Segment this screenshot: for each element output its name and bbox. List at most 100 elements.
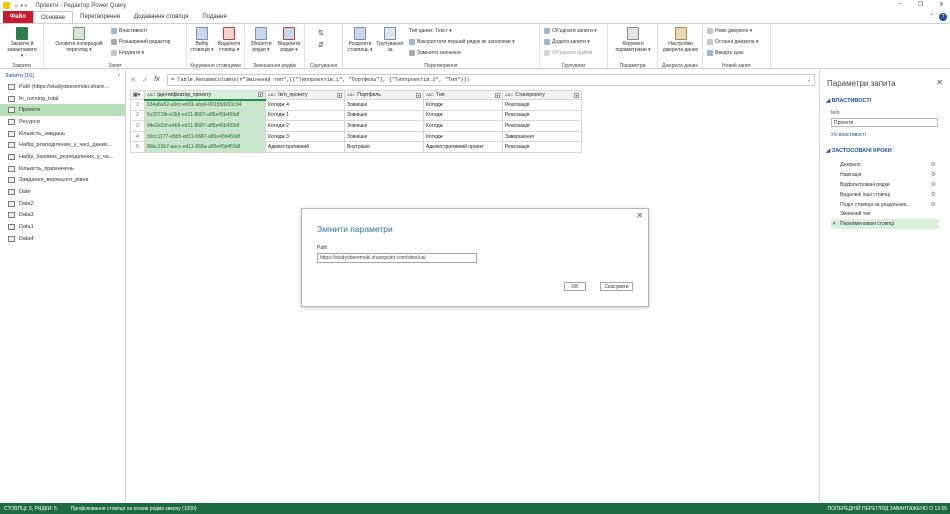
recent-sources-button[interactable]: Останні джерела ▾ xyxy=(707,39,758,45)
table-cell[interactable]: Котедж xyxy=(423,109,503,122)
delete-step-icon[interactable]: ✕ xyxy=(832,221,836,227)
table-cell[interactable]: 5c2071fb-e2b5-ed11-8687-a85e45b459df xyxy=(144,109,266,122)
query-name-input[interactable]: Проекти xyxy=(831,118,938,127)
row-number[interactable]: 3 xyxy=(130,120,145,132)
gear-icon[interactable]: ⚙ xyxy=(931,181,936,188)
close-window-button[interactable]: ✕ xyxy=(939,1,944,8)
sort-ascending-icon[interactable]: ⇅ xyxy=(318,29,324,37)
query-item-selected[interactable]: Проекти xyxy=(0,104,125,117)
properties-section-header[interactable]: ◢ ВЛАСТИВОСТІ xyxy=(826,98,871,104)
filter-dropdown-icon[interactable]: ▾ xyxy=(337,92,342,98)
use-first-row-button[interactable]: Використати перший рядок як заголовки ▾ xyxy=(409,39,515,45)
table-cell[interactable]: Котедж 2 xyxy=(265,120,345,132)
query-item[interactable]: Path (https://studyoberemoki.share... xyxy=(0,81,125,93)
manage-button[interactable]: Керувати ▾ xyxy=(111,50,144,56)
table-cell[interactable]: Адміністративний проект xyxy=(423,141,503,153)
filter-dropdown-icon[interactable]: ▾ xyxy=(495,92,500,98)
merge-queries-button[interactable]: Об'єднати запити ▾ xyxy=(544,28,597,34)
table-cell[interactable]: Котедж xyxy=(423,120,503,132)
filter-dropdown-icon[interactable]: ▾ xyxy=(574,92,579,98)
column-header[interactable]: ABC Станпроекту ▾ xyxy=(502,90,582,100)
collapse-pane-icon[interactable]: ‹ xyxy=(118,72,120,79)
column-header[interactable]: ABC Ім'я_проекту ▾ xyxy=(265,90,345,100)
combine-files-button[interactable]: Об'єднати файли xyxy=(544,50,592,56)
close-pane-icon[interactable]: ✕ xyxy=(936,78,943,87)
minimize-button[interactable]: – xyxy=(898,1,901,8)
gear-icon[interactable]: ⚙ xyxy=(931,201,936,208)
query-item[interactable]: Завдання_верхнього_рівня xyxy=(0,175,125,187)
remove-columns-button[interactable]: Видалити стовпці ▾ xyxy=(215,27,243,53)
query-item[interactable]: Data1 xyxy=(0,221,125,233)
refresh-preview-button[interactable]: Оновити попередній перегляд ▾ xyxy=(48,27,110,53)
table-cell[interactable]: Котедж xyxy=(423,99,503,111)
split-column-button[interactable]: Розділити стовпець ▾ xyxy=(345,27,375,53)
row-number[interactable]: 5 xyxy=(130,141,145,153)
data-source-settings-button[interactable]: Настройки джерела даних xyxy=(660,27,701,53)
expand-formula-icon[interactable]: ⌄ xyxy=(807,75,811,85)
table-cell[interactable]: Зовнішні xyxy=(344,99,424,111)
quick-access-toolbar[interactable]: ☺ ▾ ≡ xyxy=(14,3,27,9)
path-input[interactable]: https://studyoberemoki.sharepoint.com/si… xyxy=(317,253,477,263)
query-item[interactable]: fn_running_total xyxy=(0,93,125,105)
gear-icon[interactable]: ⚙ xyxy=(931,161,936,168)
gear-icon[interactable]: ⚙ xyxy=(931,171,936,178)
applied-step[interactable]: Видалені інші стовпці ⚙ xyxy=(831,190,939,200)
applied-step[interactable]: Навігація ⚙ xyxy=(831,170,939,180)
query-item[interactable]: Data2 xyxy=(0,198,125,210)
collapse-ribbon-icon[interactable]: ⌃ xyxy=(929,13,934,20)
table-cell[interactable]: Реалізація xyxy=(502,109,582,122)
ok-button[interactable]: OK xyxy=(564,282,586,291)
tab-home[interactable]: Основне xyxy=(32,11,74,23)
enter-data-button[interactable]: Введіть дані xyxy=(707,50,744,56)
append-queries-button[interactable]: Додати запити ▾ xyxy=(544,39,590,45)
close-and-load-button[interactable]: Закрити й завантажити ▾ xyxy=(6,27,38,59)
column-header[interactable]: ABC Портфель ▾ xyxy=(344,90,424,100)
table-cell[interactable]: Реалізація xyxy=(502,99,582,111)
table-cell[interactable]: Зовнішні xyxy=(344,120,424,132)
help-icon[interactable]: ? xyxy=(939,13,947,21)
confirm-formula-icon[interactable]: ✓ xyxy=(139,76,151,84)
table-cell[interactable]: Котедж 4 xyxy=(265,99,345,111)
row-number[interactable]: 1 xyxy=(130,99,145,111)
query-item[interactable]: Date xyxy=(0,186,125,198)
keep-rows-button[interactable]: Зберегти рядки ▾ xyxy=(247,27,275,53)
table-cell[interactable]: 634a6a52-a9cc-ed11-aba9-00155d201c34 xyxy=(144,99,266,111)
table-cell[interactable]: Котедж xyxy=(423,130,503,143)
close-dialog-icon[interactable]: ✕ xyxy=(636,211,643,220)
gear-icon[interactable]: ⚙ xyxy=(931,191,936,198)
table-cell[interactable]: Котедж 3 xyxy=(265,130,345,143)
table-cell[interactable]: Адміністративний xyxy=(265,141,345,153)
remove-rows-button[interactable]: Видалити рядки ▾ xyxy=(275,27,303,53)
filter-dropdown-icon[interactable]: ▾ xyxy=(258,92,263,98)
query-item[interactable]: Набір_розподілених_у_часі_даних... xyxy=(0,139,125,151)
query-item[interactable]: Data4 xyxy=(0,233,125,245)
table-cell[interactable]: Зовнішні xyxy=(344,130,424,143)
table-cell[interactable]: Реалізація xyxy=(502,120,582,132)
fx-icon[interactable]: fx xyxy=(151,76,163,83)
column-header[interactable]: ABC Тип ▾ xyxy=(423,90,503,100)
filter-dropdown-icon[interactable]: ▾ xyxy=(416,92,421,98)
all-properties-link[interactable]: Усі властивості xyxy=(831,132,866,138)
row-number[interactable]: 4 xyxy=(130,130,145,143)
group-by-button[interactable]: Групування за xyxy=(375,27,405,53)
query-item[interactable]: Ресурси xyxy=(0,116,125,128)
applied-step[interactable]: Відфільтровані рядки ⚙ xyxy=(831,180,939,190)
new-source-button[interactable]: Нове джерело ▾ xyxy=(707,28,752,34)
sort-descending-icon[interactable]: ⇵ xyxy=(318,41,324,49)
column-header[interactable]: ABC Ідентифікатор_проекту ▾ xyxy=(144,90,266,101)
applied-step[interactable]: Джерело ⚙ xyxy=(831,160,939,170)
table-cell[interactable]: b9cc1177-e5b5-ed11-8687-a85e45b459df xyxy=(144,130,266,143)
applied-steps-header[interactable]: ◢ ЗАСТОСОВАНІ КРОКИ xyxy=(826,148,892,154)
query-item[interactable]: Data3 xyxy=(0,210,125,222)
manage-parameters-button[interactable]: Керувати параметрами ▾ xyxy=(611,27,655,53)
table-cell[interactable]: Котедж 1 xyxy=(265,109,345,122)
table-cell[interactable]: Зовнішні xyxy=(344,109,424,122)
table-cell[interactable]: Внутрішні xyxy=(344,141,424,153)
table-cell[interactable]: Завершення xyxy=(502,130,582,143)
applied-step-active[interactable]: ✕ Перейменовані стовпці xyxy=(831,219,939,230)
applied-step[interactable]: Поділ стовпця за роздільник... ⚙ xyxy=(831,200,939,210)
row-number[interactable]: 2 xyxy=(130,109,145,122)
table-cell[interactable]: Реалізація xyxy=(502,141,582,153)
query-item[interactable]: Кількість_завдань xyxy=(0,128,125,140)
tab-transform[interactable]: Перетворення xyxy=(73,11,127,23)
